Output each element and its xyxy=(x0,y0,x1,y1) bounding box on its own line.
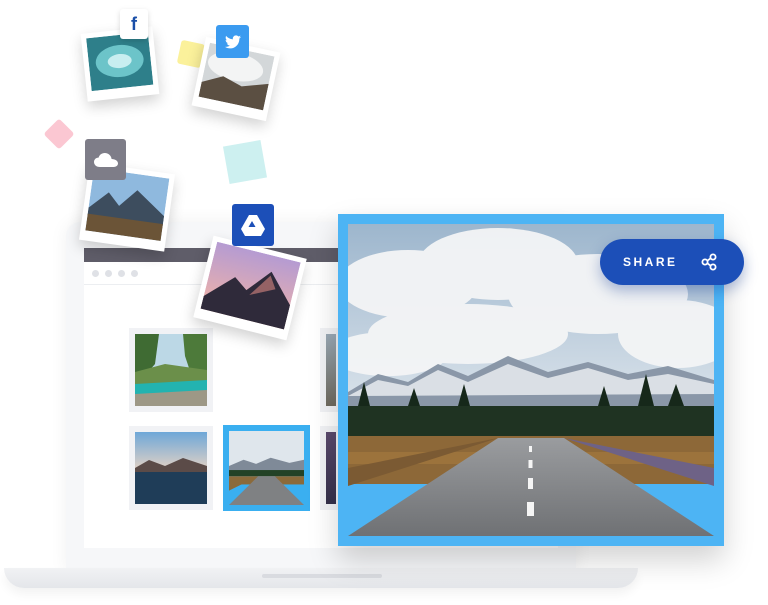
share-icon xyxy=(701,253,717,271)
cloud-badge[interactable] xyxy=(85,139,126,180)
share-button-label: SHARE xyxy=(623,255,678,269)
mountain-photo xyxy=(326,334,336,406)
facebook-icon: f xyxy=(131,13,137,34)
ocean-photo xyxy=(86,31,154,92)
gallery-thumbnail-selected[interactable] xyxy=(223,425,310,511)
dusk-photo xyxy=(326,432,336,504)
cloud-icon xyxy=(93,152,118,167)
road-photo xyxy=(229,431,304,505)
google-drive-badge[interactable] xyxy=(232,204,274,246)
twitter-badge[interactable] xyxy=(216,25,249,58)
laptop-notch xyxy=(262,574,382,578)
laptop-base xyxy=(4,568,638,588)
confetti-square xyxy=(222,139,268,185)
gallery-thumbnail[interactable] xyxy=(129,328,213,412)
window-dot[interactable] xyxy=(131,270,138,277)
window-dot[interactable] xyxy=(92,270,99,277)
window-dot[interactable] xyxy=(118,270,125,277)
window-dot[interactable] xyxy=(105,270,112,277)
google-drive-icon xyxy=(241,214,265,236)
share-button[interactable]: SHARE xyxy=(600,239,744,285)
lake-photo xyxy=(135,432,207,504)
facebook-badge[interactable]: f xyxy=(120,9,148,39)
pink-mountain-photo xyxy=(200,241,301,330)
gallery-thumbnail[interactable] xyxy=(129,426,213,510)
river-photo xyxy=(135,334,207,406)
twitter-icon xyxy=(224,34,241,48)
confetti-diamond xyxy=(43,118,75,150)
